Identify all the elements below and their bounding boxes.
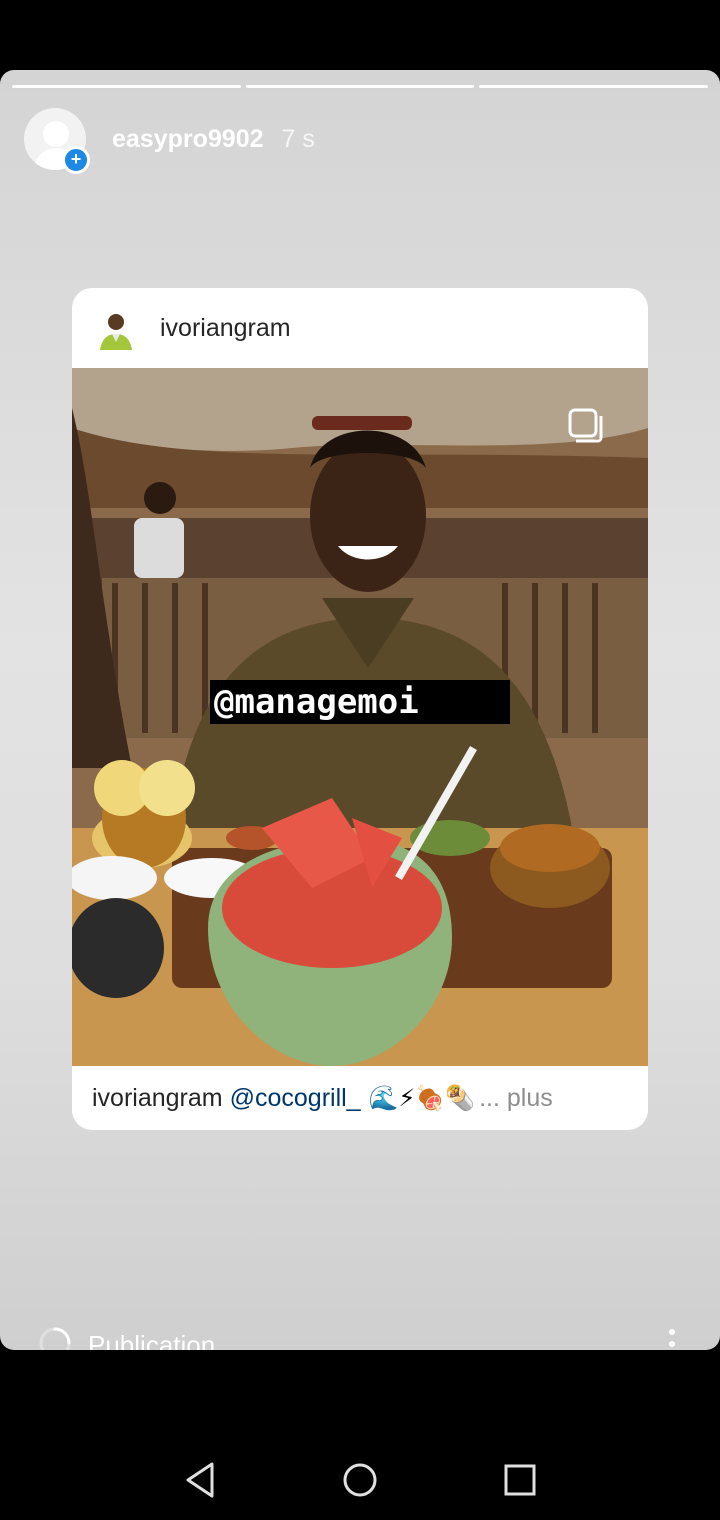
post-caption[interactable]: ivoriangram @cocogrill_ 🌊⚡🍖🌯 ... plus: [72, 1066, 648, 1130]
caption-tag[interactable]: @cocogrill_: [230, 1084, 361, 1113]
post-author[interactable]: ivoriangram: [160, 314, 291, 343]
story-footer: Publication...: [0, 1320, 720, 1350]
shared-post-card[interactable]: ivoriangram @managemoi ivoriangram @coco…: [72, 288, 648, 1130]
story-timestamp: 7 s: [281, 124, 315, 153]
nav-recents-icon[interactable]: [500, 1460, 540, 1500]
progress-segment: [245, 85, 475, 88]
caption-emoji: 🌊⚡🍖🌯: [368, 1084, 476, 1112]
caption-username[interactable]: ivoriangram: [92, 1084, 223, 1113]
multiple-photos-icon: [568, 408, 603, 443]
system-nav-bar: [0, 1440, 720, 1520]
nav-home-icon[interactable]: [340, 1460, 380, 1500]
mention-sticker[interactable]: @managemoi: [210, 680, 510, 724]
post-author-avatar[interactable]: [94, 306, 138, 350]
caption-more-link[interactable]: ... plus: [479, 1084, 553, 1113]
publishing-status: Publication...: [88, 1330, 237, 1350]
post-photo[interactable]: @managemoi: [72, 368, 648, 1066]
post-header[interactable]: ivoriangram: [72, 288, 648, 368]
more-vertical-icon[interactable]: [664, 1328, 680, 1350]
story-header: + easypro9902 7 s: [24, 108, 315, 174]
story-username[interactable]: easypro9902: [112, 125, 264, 154]
nav-back-icon[interactable]: [180, 1460, 220, 1500]
story-progress-bar: [12, 85, 709, 89]
story-viewer[interactable]: + easypro9902 7 s ivoriangram @managemoi…: [0, 70, 720, 1350]
progress-segment: [12, 85, 241, 88]
avatar[interactable]: +: [24, 108, 90, 174]
plus-badge-icon[interactable]: +: [62, 146, 90, 174]
loading-spinner-icon: [39, 1327, 71, 1350]
progress-segment: [479, 85, 709, 88]
